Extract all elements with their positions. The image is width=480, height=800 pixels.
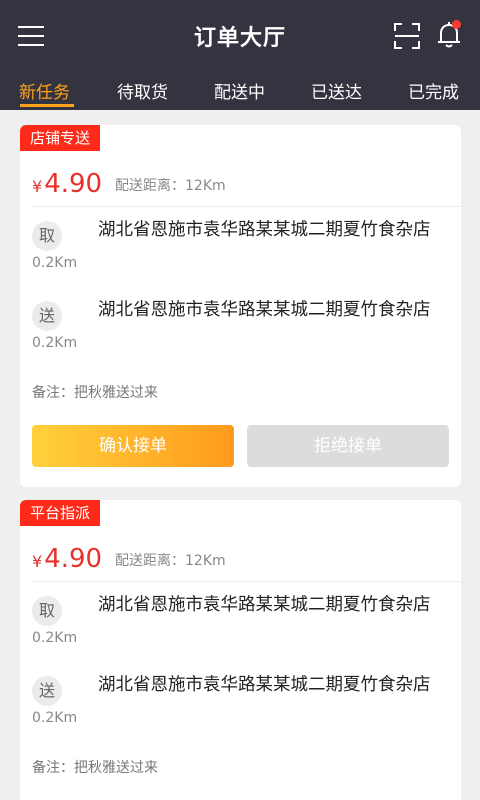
delivery-badge: 送	[32, 676, 62, 706]
delivery-address: 湖北省恩施市袁华路某某城二期夏竹食杂店	[98, 675, 431, 695]
order-remark: 备注：把秋雅送过来	[32, 760, 158, 776]
currency-symbol: ¥	[32, 552, 43, 571]
active-tab-indicator	[20, 104, 74, 107]
tab-new-tasks[interactable]: 新任务	[19, 78, 70, 103]
divider	[32, 581, 461, 582]
tab-delivering[interactable]: 配送中	[214, 78, 265, 103]
tab-completed[interactable]: 已完成	[408, 78, 459, 103]
order-remark: 备注：把秋雅送过来	[32, 385, 158, 401]
price-value: 4.90	[44, 169, 103, 199]
tab-delivered[interactable]: 已送达	[311, 78, 362, 103]
notification-dot	[452, 20, 461, 29]
currency-symbol: ¥	[32, 177, 43, 196]
notification-button[interactable]	[436, 20, 464, 50]
pickup-badge: 取	[32, 221, 62, 251]
delivery-stop-distance: 0.2Km	[32, 335, 78, 351]
delivery-stop-distance: 0.2Km	[32, 710, 78, 726]
reject-order-button[interactable]: 拒绝接单	[247, 425, 449, 467]
delivery-badge: 送	[32, 301, 62, 331]
pickup-address: 湖北省恩施市袁华路某某城二期夏竹食杂店	[98, 220, 431, 240]
order-type-badge: 平台指派	[20, 500, 101, 526]
scan-icon[interactable]	[394, 23, 420, 49]
order-card: 平台指派 ¥4.90 配送距离：12Km 取 0.2Km 湖北省恩施市袁华路某某…	[20, 500, 461, 800]
delivery-address: 湖北省恩施市袁华路某某城二期夏竹食杂店	[98, 300, 431, 320]
order-card: 店铺专送 ¥4.90 配送距离：12Km 取 0.2Km 湖北省恩施市袁华路某某…	[20, 125, 461, 487]
order-tabs: 新任务 待取货 配送中 已送达 已完成	[0, 72, 480, 110]
order-type-badge: 店铺专送	[20, 125, 101, 151]
pickup-distance: 0.2Km	[32, 255, 78, 271]
tab-pending-pickup[interactable]: 待取货	[117, 78, 168, 103]
app-header: 订单大厅 新任务 待取货 配送中 已送达 已完成	[0, 0, 480, 110]
order-price: ¥4.90	[32, 544, 102, 577]
pickup-distance: 0.2Km	[32, 630, 78, 646]
pickup-address: 湖北省恩施市袁华路某某城二期夏竹食杂店	[98, 595, 431, 615]
price-value: 4.90	[44, 544, 103, 574]
delivery-distance: 配送距离：12Km	[115, 178, 226, 194]
accept-order-button[interactable]: 确认接单	[32, 425, 234, 467]
divider	[32, 206, 461, 207]
delivery-distance: 配送距离：12Km	[115, 553, 226, 569]
pickup-badge: 取	[32, 596, 62, 626]
order-price: ¥4.90	[32, 169, 102, 202]
